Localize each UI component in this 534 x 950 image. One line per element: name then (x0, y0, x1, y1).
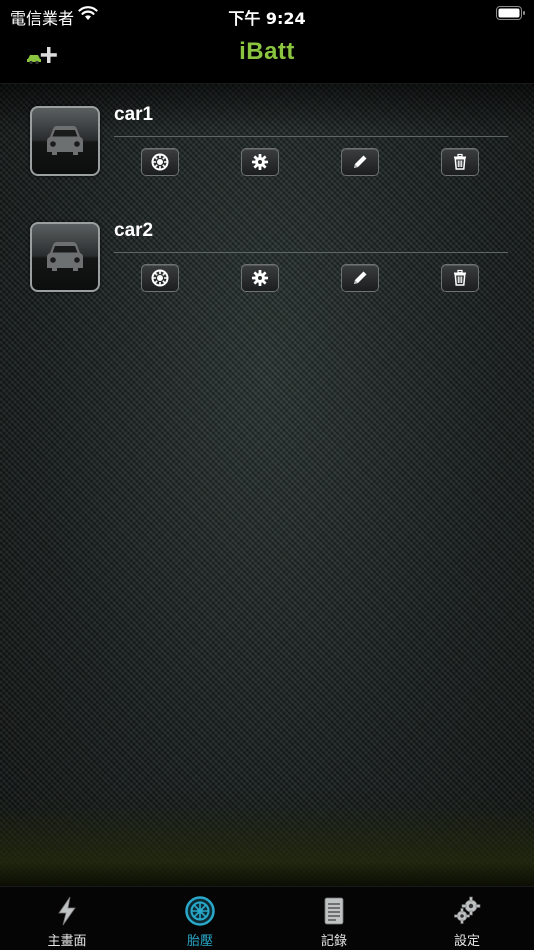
tire-gauge-icon (151, 269, 169, 287)
trash-icon (454, 153, 466, 170)
tire-pressure-button[interactable] (141, 148, 179, 176)
gears-icon (454, 896, 481, 924)
tab-records[interactable]: 記錄 (267, 887, 401, 950)
edit-car-button[interactable] (341, 148, 379, 176)
battery-icon (496, 6, 525, 20)
status-time: 下午 9:24 (228, 9, 306, 28)
delete-car-button[interactable] (441, 148, 479, 176)
tab-settings[interactable]: 設定 (400, 887, 534, 950)
car-name: car1 (114, 104, 154, 125)
car-icon (47, 126, 83, 155)
list-item: car2 (0, 220, 534, 320)
car-list: car1 car2 (0, 84, 534, 886)
tab-home-label: 主畫面 (47, 934, 87, 949)
gear-icon (252, 270, 268, 286)
car-name: car2 (114, 220, 154, 241)
trash-icon (454, 269, 466, 286)
divider (114, 252, 508, 253)
delete-car-button[interactable] (441, 264, 479, 292)
car-icon (47, 242, 83, 271)
tab-tire-pressure-label: 胎壓 (186, 934, 213, 949)
document-icon (324, 897, 344, 925)
app-title: iBatt (0, 38, 534, 66)
car-settings-button[interactable] (241, 264, 279, 292)
gear-icon (252, 154, 268, 170)
tire-icon (185, 896, 215, 926)
tab-bar: 主畫面 胎壓 記錄 設定 (0, 886, 534, 950)
pencil-icon (354, 271, 367, 284)
lightning-icon (58, 896, 76, 926)
app-title-text: iBatt (239, 38, 295, 65)
tab-tire-pressure[interactable]: 胎壓 (133, 887, 267, 950)
tire-pressure-button[interactable] (141, 264, 179, 292)
car-thumbnail[interactable] (30, 222, 100, 292)
divider (114, 136, 508, 137)
car-settings-button[interactable] (241, 148, 279, 176)
edit-car-button[interactable] (341, 264, 379, 292)
status-bar: 電信業者 下午 9:24 (0, 0, 534, 28)
tab-records-label: 記錄 (320, 934, 347, 949)
list-item: car1 (0, 104, 534, 204)
pencil-icon (354, 155, 367, 168)
tab-home[interactable]: 主畫面 (0, 887, 134, 950)
navigation-bar: iBatt (0, 28, 534, 84)
tire-gauge-icon (151, 153, 169, 171)
tab-settings-label: 設定 (453, 934, 480, 949)
car-thumbnail[interactable] (30, 106, 100, 176)
